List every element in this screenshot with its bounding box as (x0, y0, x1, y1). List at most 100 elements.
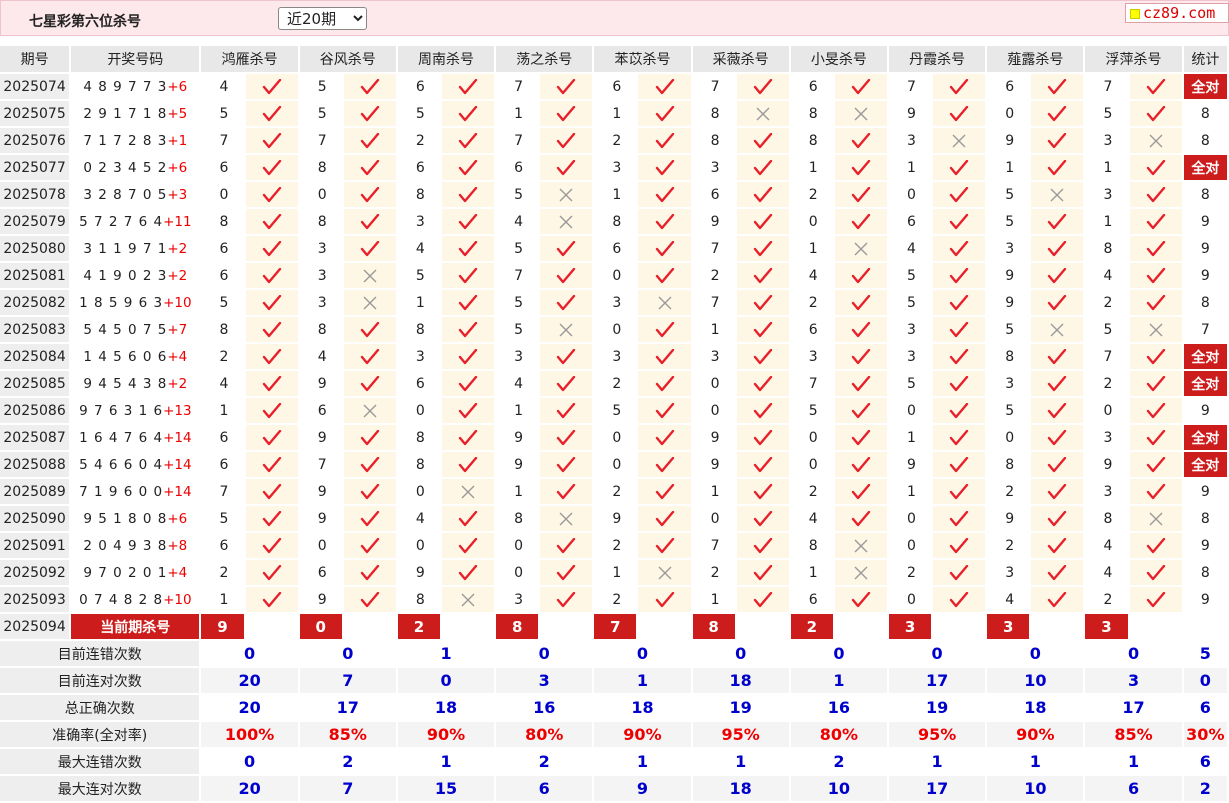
kill-number-cell: 5 (298, 73, 344, 101)
kill-number-cell: 6 (298, 559, 344, 587)
check-icon (753, 537, 772, 553)
kill-number-cell: 0 (200, 181, 246, 209)
hit-mark-cell (932, 316, 988, 344)
site-logo[interactable]: cz89.com (1125, 3, 1229, 23)
hit-mark-cell (637, 181, 693, 209)
summary-value: 18 (691, 667, 791, 695)
summary-value: 0 (495, 640, 595, 668)
current-kill-number: 0 (298, 613, 344, 641)
kill-number-cell: 4 (495, 370, 541, 398)
check-icon (458, 564, 478, 580)
kill-number-cell: 6 (200, 532, 246, 560)
stat-cell: 8 (1182, 289, 1229, 317)
summary-value: 16 (789, 694, 890, 722)
hit-mark-cell (1128, 478, 1184, 506)
table-row: 2025085 9 4 5 4 3 8+2 4 9 6 4 2 0 7 5 3 2 全对 (0, 370, 1229, 398)
hit-mark-cell (735, 451, 791, 479)
summary-value: 3 (1084, 667, 1184, 695)
summary-value: 90% (986, 721, 1086, 749)
hit-mark-cell (244, 343, 300, 371)
kill-number-cell: 1 (986, 154, 1032, 182)
draw-number-cell: 5 7 2 7 6 4+11 (70, 208, 202, 236)
check-icon (1146, 537, 1165, 553)
hit-mark-cell (833, 235, 890, 263)
kill-number-cell: 6 (888, 208, 934, 236)
check-icon (949, 402, 969, 418)
table-row: 2025089 7 1 9 6 0 0+14 7 9 0 1 2 1 2 1 2 3 9 (0, 478, 1229, 506)
check-icon (1146, 267, 1165, 283)
hit-mark-cell (932, 208, 988, 236)
kill-number-cell: 9 (986, 505, 1032, 533)
check-icon (655, 375, 674, 391)
summary-value: 18 (593, 694, 693, 722)
table-row: 2025075 2 9 1 7 1 8+5 5 5 5 1 1 8 8 9 0 5 8 (0, 100, 1229, 128)
summary-value: 1 (1084, 748, 1184, 776)
summary-value: 10 (986, 775, 1086, 803)
kill-number-cell: 7 (495, 127, 541, 155)
check-icon (753, 132, 772, 148)
hit-mark-cell (342, 154, 398, 182)
hit-mark-cell (244, 370, 300, 398)
hit-mark-cell (833, 424, 890, 452)
summary-value: 18 (691, 775, 791, 803)
summary-value: 0 (298, 640, 398, 668)
check-icon (753, 591, 772, 607)
kill-number-cell: 2 (200, 559, 246, 587)
stat-cell: 9 (1182, 586, 1229, 614)
summary-value: 20 (200, 775, 300, 803)
draw-digits: 5 4 6 6 0 4 (79, 456, 164, 473)
hit-mark-cell (342, 343, 398, 371)
cross-icon (854, 566, 868, 579)
kill-number-cell: 9 (888, 100, 934, 128)
hit-mark-cell (833, 127, 890, 155)
hit-mark-cell (637, 235, 693, 263)
kill-number-cell: 8 (1084, 235, 1130, 263)
draw-digits: 2 9 1 7 1 8 (83, 105, 168, 122)
summary-value: 17 (298, 694, 398, 722)
check-icon (360, 348, 380, 364)
check-icon (262, 510, 281, 526)
hit-mark-cell (1128, 559, 1184, 587)
kill-number-cell: 1 (789, 154, 835, 182)
kill-number-cell: 8 (789, 100, 835, 128)
check-icon (360, 429, 380, 445)
period-select[interactable]: 近20期 (278, 7, 367, 30)
hit-mark-cell (342, 73, 398, 101)
kill-number-cell: 6 (495, 154, 541, 182)
kill-number-cell: 0 (593, 424, 639, 452)
check-icon (360, 510, 380, 526)
hit-mark-cell (244, 586, 300, 614)
check-icon (655, 591, 674, 607)
check-icon (458, 213, 478, 229)
col-header-expert: 采薇杀号 (691, 46, 791, 74)
check-icon (262, 240, 281, 256)
draw-number-cell: 1 4 5 6 0 6+4 (70, 343, 202, 371)
kill-number-cell: 7 (691, 532, 737, 560)
kill-number-cell: 3 (691, 343, 737, 371)
kill-number-cell: 0 (888, 505, 934, 533)
summary-value: 20 (200, 694, 300, 722)
col-header-expert: 荡之杀号 (495, 46, 595, 74)
table-row: 2025078 3 2 8 7 0 5+3 0 0 8 5 1 6 2 0 5 3 8 (0, 181, 1229, 209)
kill-number-cell: 1 (495, 478, 541, 506)
check-icon (557, 483, 576, 499)
kill-number-cell: 9 (298, 478, 344, 506)
check-icon (1048, 132, 1067, 148)
kill-number-cell: 3 (986, 235, 1032, 263)
kill-number-cell: 2 (789, 478, 835, 506)
issue-cell: 2025081 (0, 262, 72, 290)
kill-number-cell: 0 (298, 181, 344, 209)
summary-value: 1 (593, 748, 693, 776)
check-icon (851, 321, 871, 337)
check-icon (360, 159, 380, 175)
check-icon (1146, 402, 1165, 418)
kill-number-cell: 4 (888, 235, 934, 263)
stat-cell: 9 (1182, 208, 1229, 236)
kill-number-cell: 9 (593, 505, 639, 533)
check-icon (360, 537, 380, 553)
check-icon (655, 159, 674, 175)
kill-number-cell: 9 (495, 424, 541, 452)
kill-number-cell: 0 (986, 424, 1032, 452)
check-icon (753, 510, 772, 526)
kill-number-cell: 5 (986, 181, 1032, 209)
